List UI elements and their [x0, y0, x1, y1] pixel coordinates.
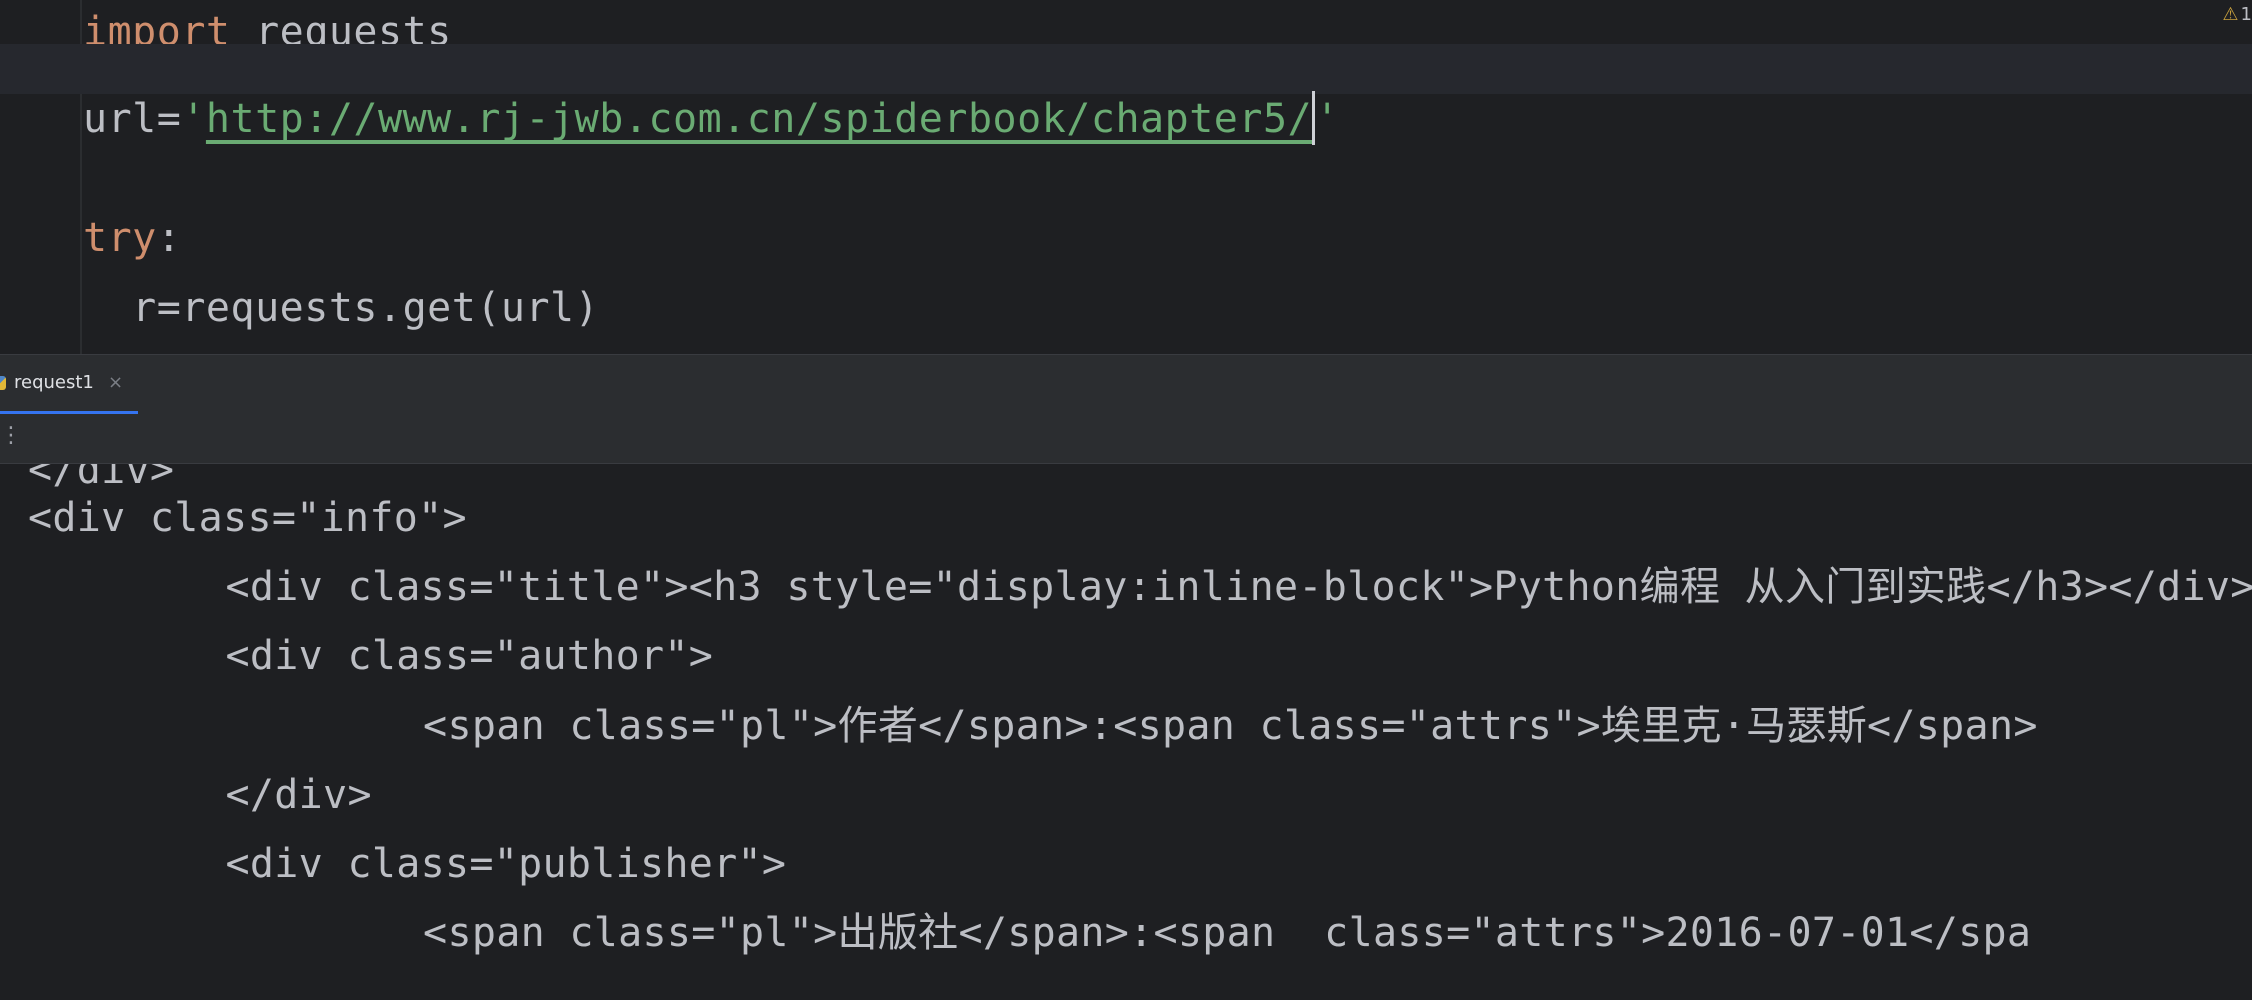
run-tab-bar: request1 ×: [0, 354, 2252, 414]
output-line: <div class="title"><h3 style="display:in…: [128, 564, 2252, 610]
output-line: <div class="author">: [128, 633, 714, 679]
keyword-try: try: [83, 215, 157, 261]
run-tool-window: request1 × ⋮ </div> <div class="info"> <…: [0, 354, 2252, 1000]
tab-label: request1: [14, 372, 94, 393]
output-line: <span class="pl">作者</span>:<span class="…: [228, 703, 2038, 749]
console-output[interactable]: </div> <div class="info"> <div class="ti…: [0, 464, 2252, 1000]
code-text: :: [156, 215, 182, 261]
code-editor[interactable]: import requests url='http://www.rj-jwb.c…: [0, 0, 2252, 354]
url-string[interactable]: http://www.rj-jwb.com.cn/spiderbook/chap…: [206, 96, 1312, 142]
code-text: url=: [83, 96, 182, 142]
output-line: <div class="info">: [28, 495, 467, 541]
warning-triangle-icon: ⚠: [2222, 4, 2239, 25]
code-line-5[interactable]: r=requests.get(url): [83, 276, 599, 340]
inspection-widget[interactable]: ⚠ 1: [2222, 4, 2252, 25]
code-line-2-current[interactable]: url='http://www.rj-jwb.com.cn/spiderbook…: [0, 44, 2252, 145]
code-line-2-content: url='http://www.rj-jwb.com.cn/spiderbook…: [83, 91, 1340, 145]
close-icon[interactable]: ×: [108, 355, 123, 411]
output-line: <span class="pl">出版社</span>:<span class=…: [228, 910, 2032, 956]
run-toolbar: ⋮: [0, 414, 2252, 464]
output-line: <div class="publisher">: [128, 841, 787, 887]
tab-request1[interactable]: request1 ×: [0, 355, 138, 414]
string-quote-close: ': [1315, 96, 1340, 142]
warning-count: 1: [2240, 4, 2252, 25]
code-line-4[interactable]: try:: [83, 206, 181, 270]
code-text: r=requests.get(url): [83, 285, 600, 331]
output-line: </div>: [128, 772, 372, 818]
more-vertical-icon[interactable]: ⋮: [0, 425, 22, 447]
string-quote-open: ': [181, 96, 206, 142]
python-file-icon: [0, 376, 6, 390]
